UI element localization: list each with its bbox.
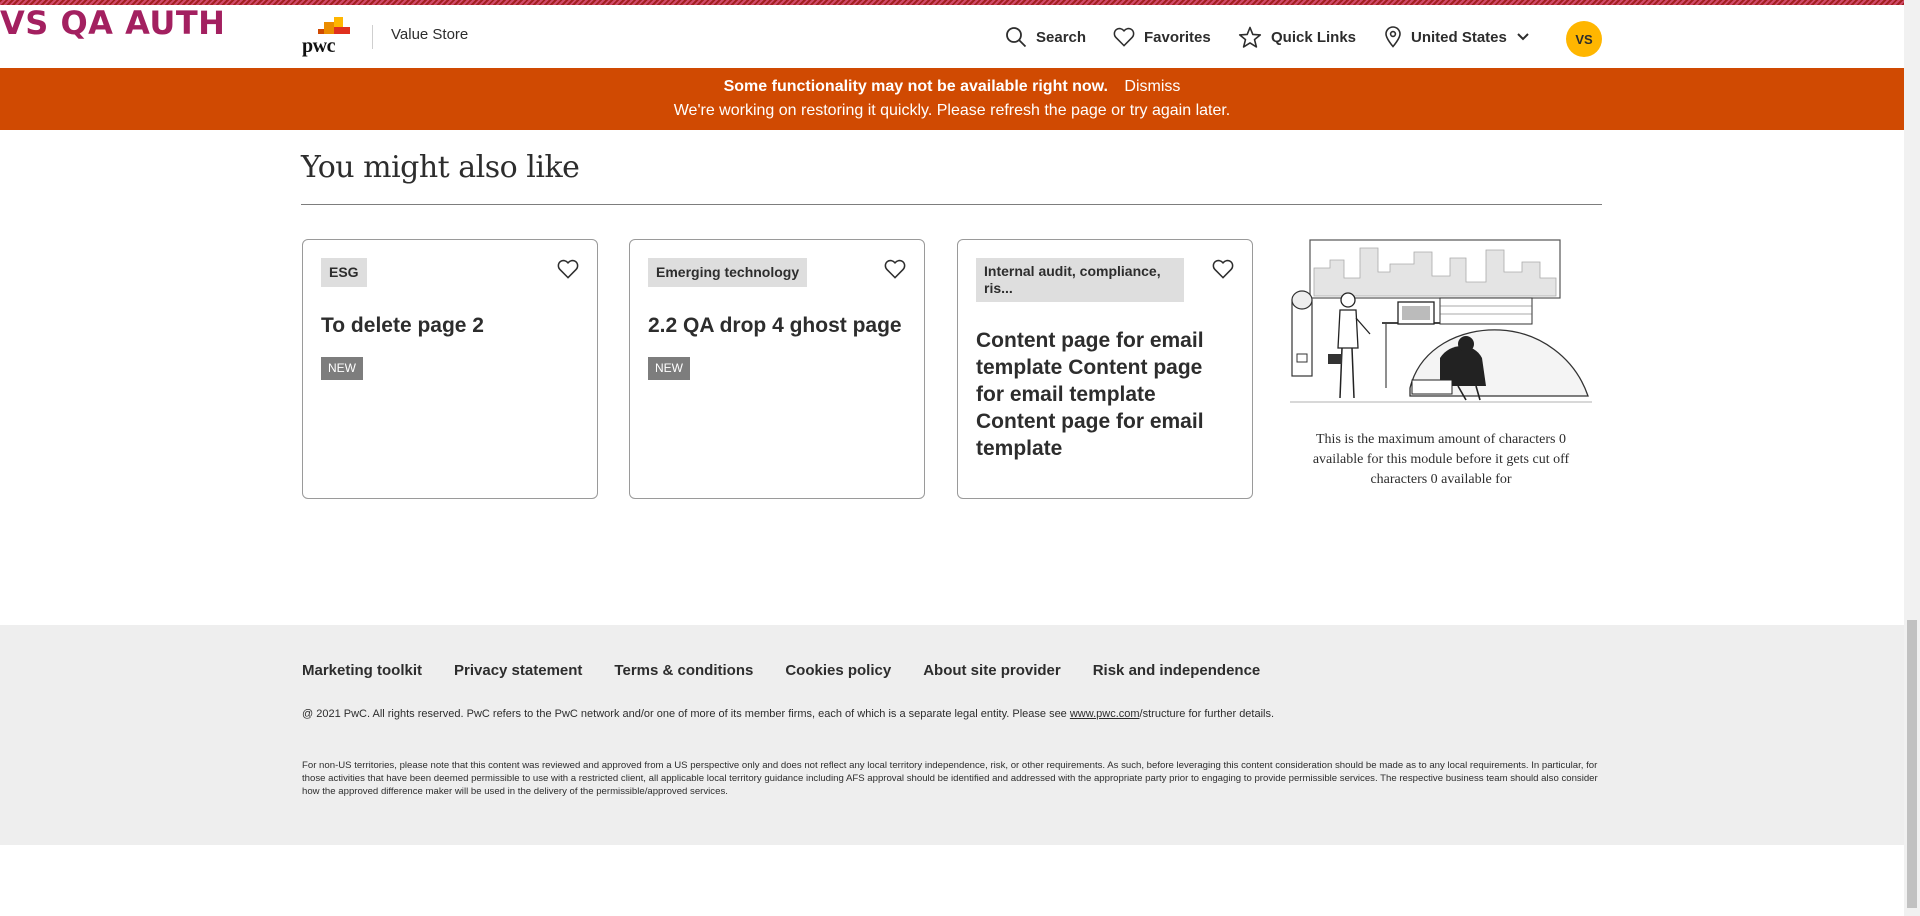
star-icon: [1238, 26, 1262, 48]
environment-label: VS QA AUTH: [0, 4, 226, 42]
card-category-tag: ESG: [321, 258, 367, 287]
footer-link-marketing-toolkit[interactable]: Marketing toolkit: [302, 662, 422, 679]
search-button[interactable]: Search: [1005, 23, 1086, 51]
alert-message: We're working on restoring it quickly. P…: [673, 102, 1231, 119]
header-divider: [372, 25, 373, 49]
section-divider: [301, 204, 1602, 205]
logo-wordmark: pwc: [302, 35, 335, 57]
card-title[interactable]: 2.2 QA drop 4 ghost page: [648, 312, 906, 339]
footer-link-privacy-statement[interactable]: Privacy statement: [454, 662, 582, 679]
new-badge: NEW: [321, 357, 363, 380]
location-label: United States: [1411, 28, 1507, 46]
content-card[interactable]: Emerging technology 2.2 QA drop 4 ghost …: [629, 239, 925, 499]
favorites-button[interactable]: Favorites: [1113, 23, 1211, 51]
copyright-post: /structure for further details.: [1139, 708, 1275, 720]
page-scrollbar[interactable]: [1904, 0, 1920, 916]
search-label: Search: [1036, 28, 1087, 46]
card-title[interactable]: Content page for email template Content …: [976, 327, 1234, 462]
favorite-heart-icon[interactable]: [557, 259, 579, 279]
copyright-pre: @ 2021 PwC. All rights reserved. PwC ref…: [302, 708, 1070, 720]
user-avatar[interactable]: VS: [1566, 21, 1602, 57]
footer-links: Marketing toolkit Privacy statement Term…: [302, 662, 1260, 679]
site-footer: Marketing toolkit Privacy statement Term…: [0, 625, 1904, 845]
pwc-link[interactable]: www.pwc.com: [1070, 708, 1140, 720]
footer-link-terms-conditions[interactable]: Terms & conditions: [614, 662, 753, 679]
logo-block-orange: [324, 22, 334, 34]
pwc-logo[interactable]: pwc: [300, 17, 356, 59]
site-header: pwc Value Store Search Favorites Quick L…: [0, 5, 1904, 68]
copyright-text: @ 2021 PwC. All rights reserved. PwC ref…: [302, 708, 1274, 720]
card-category-tag: Internal audit, compliance, ris...: [976, 258, 1184, 302]
disclaimer-text: For non-US territories, please note that…: [302, 760, 1598, 797]
quick-links-label: Quick Links: [1271, 28, 1357, 46]
quick-links-button[interactable]: Quick Links: [1238, 23, 1356, 51]
footer-link-risk-independence[interactable]: Risk and independence: [1093, 662, 1261, 679]
heart-icon: [1113, 27, 1135, 47]
section-title: You might also like: [301, 150, 580, 185]
search-icon: [1006, 27, 1027, 48]
promo-caption: This is the maximum amount of characters…: [1312, 432, 1570, 487]
dismiss-button[interactable]: Dismiss: [1124, 78, 1180, 95]
service-alert-banner: Some functionality may not be available …: [0, 68, 1904, 130]
alert-title: Some functionality may not be available …: [723, 78, 1108, 95]
logo-block-yellow: [334, 17, 343, 27]
site-name[interactable]: Value Store: [391, 26, 468, 43]
content-card[interactable]: ESG To delete page 2 NEW: [302, 239, 598, 499]
footer-link-cookies-policy[interactable]: Cookies policy: [785, 662, 891, 679]
content-card[interactable]: Internal audit, compliance, ris... Conte…: [957, 239, 1253, 499]
logo-block-dark-orange: [318, 29, 324, 34]
alert-title-line: Some functionality may not be available …: [0, 78, 1904, 96]
chevron-down-icon: [1517, 33, 1529, 41]
location-pin-icon: [1385, 26, 1401, 48]
card-category-tag: Emerging technology: [648, 258, 808, 287]
scrollbar-thumb[interactable]: [1907, 620, 1917, 908]
location-selector[interactable]: United States: [1384, 23, 1530, 51]
favorite-heart-icon[interactable]: [1212, 259, 1234, 279]
favorites-label: Favorites: [1144, 28, 1211, 46]
favorite-heart-icon[interactable]: [884, 259, 906, 279]
office-cartoon-illustration: [1290, 239, 1592, 403]
new-badge: NEW: [648, 357, 690, 380]
card-title[interactable]: To delete page 2: [321, 312, 579, 339]
footer-link-about-site-provider[interactable]: About site provider: [923, 662, 1061, 679]
logo-block-red: [334, 27, 350, 34]
